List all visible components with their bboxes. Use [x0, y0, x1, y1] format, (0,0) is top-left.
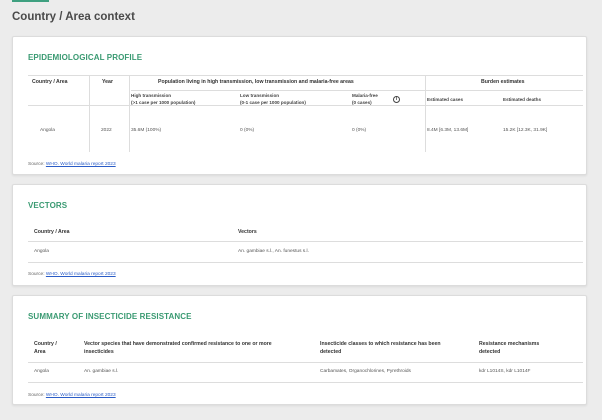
- source-note: Source: WHO. World malaria report 2023: [28, 162, 116, 167]
- page-title: Country / Area context: [12, 11, 135, 23]
- col-header-country: Country / Area: [32, 79, 68, 85]
- cell-country: Angola: [34, 369, 49, 374]
- col-header-species: Vector species that have demonstrated co…: [84, 341, 272, 355]
- subheader-low: Low transmission (0-1 case per 1000 popu…: [240, 93, 306, 105]
- source-note: Source: WHO. World malaria report 2023: [28, 393, 116, 398]
- cell-high: 35.6M (100%): [131, 128, 162, 133]
- col-header-mechanisms: Resistance mechanisms detected: [479, 341, 540, 355]
- vectors-card: VECTORS Country / Area Vectors Angola An…: [12, 184, 587, 286]
- epidemiological-profile-card: EPIDEMIOLOGICAL PROFILE Country / Area Y…: [12, 36, 587, 175]
- cell-free: 0 (0%): [352, 128, 367, 133]
- cell-year: 2022: [101, 128, 112, 133]
- source-link[interactable]: WHO. World malaria report 2023: [46, 162, 116, 167]
- cell-species: An. gambiae s.l.: [84, 369, 119, 374]
- col-header-burden: Burden estimates: [481, 79, 525, 85]
- info-icon[interactable]: i: [393, 96, 400, 103]
- cell-deaths: 15.2K [12.3K, 31.9K]: [503, 128, 548, 133]
- subheader-deaths: Estimated deaths: [503, 97, 542, 102]
- col-header-vectors: Vectors: [238, 229, 257, 235]
- insecticide-resistance-card: SUMMARY OF INSECTICIDE RESISTANCE Countr…: [12, 295, 587, 405]
- source-link[interactable]: WHO. World malaria report 2023: [46, 393, 116, 398]
- epidemiological-profile-title: EPIDEMIOLOGICAL PROFILE: [28, 53, 143, 62]
- col-header-year: Year: [102, 79, 113, 85]
- col-header-country: Country / Area: [34, 229, 70, 235]
- cell-vectors: An. gambiae s.l., An. funestus s.l.: [238, 249, 309, 254]
- cell-cases: 8.4M [6.3M, 13.6M]: [427, 128, 469, 133]
- cell-classes: Carbamates, Organochlorines, Pyrethroids: [320, 369, 411, 374]
- col-header-classes: Insecticide classes to which resistance …: [320, 341, 441, 355]
- col-header-country: Country / Area: [34, 341, 57, 355]
- insecticide-resistance-title: SUMMARY OF INSECTICIDE RESISTANCE: [28, 312, 192, 321]
- cell-country: Angola: [34, 249, 49, 254]
- top-accent-bar: [12, 0, 49, 2]
- col-header-population: Population living in high transmission, …: [158, 79, 354, 85]
- cell-low: 0 (0%): [240, 128, 255, 133]
- source-link[interactable]: WHO. World malaria report 2023: [46, 272, 116, 277]
- source-note: Source: WHO. World malaria report 2023: [28, 272, 116, 277]
- subheader-cases: Estimated cases: [427, 97, 464, 102]
- cell-country: Angola: [40, 128, 55, 133]
- subheader-free: Malaria-free (0 cases): [352, 93, 378, 105]
- subheader-high: High transmission (>1 case per 1000 popu…: [131, 93, 196, 105]
- vectors-title: VECTORS: [28, 201, 68, 210]
- cell-mechanisms: kdr L1014S, kdr L1014F: [479, 369, 531, 374]
